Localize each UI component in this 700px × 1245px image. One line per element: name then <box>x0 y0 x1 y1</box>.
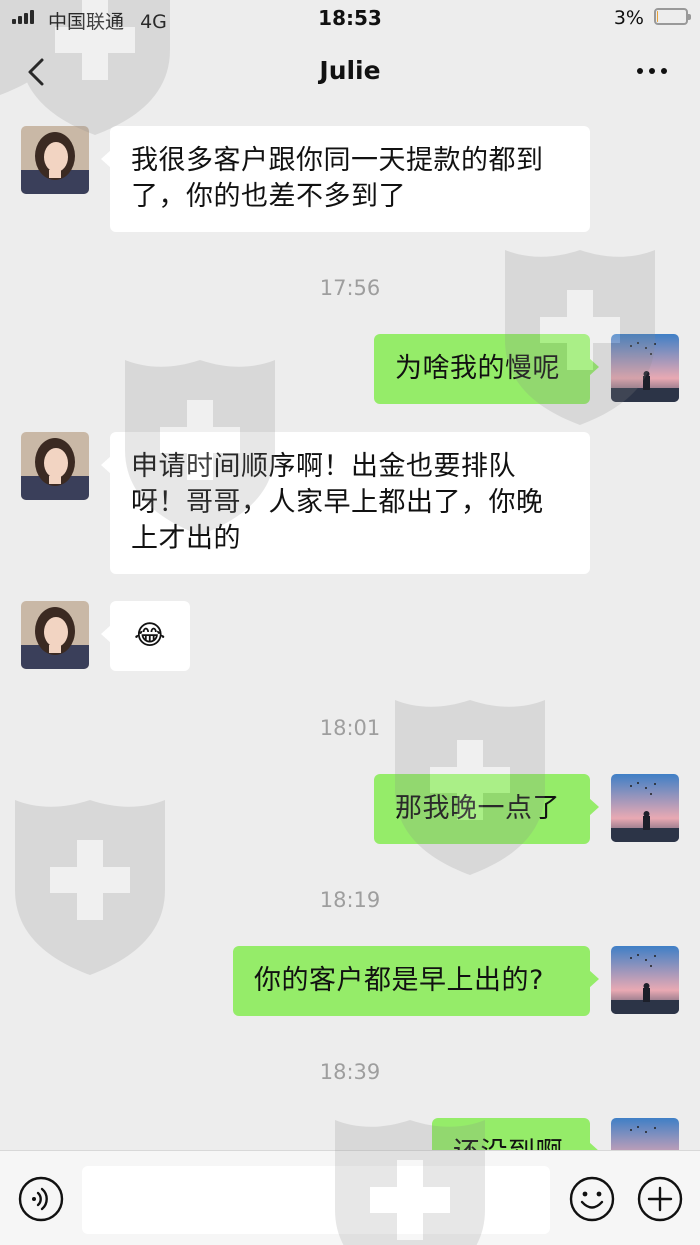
chat-message-list[interactable]: 我很多客户跟你同一天提款的都到了，你的也差不多到了 17:56 为啥我的慢呢 申… <box>0 108 700 1150</box>
user-avatar[interactable] <box>611 946 679 1014</box>
chat-timestamp: 17:56 <box>319 276 381 300</box>
user-avatar[interactable] <box>611 774 679 842</box>
chat-timestamp: 18:01 <box>319 716 381 740</box>
message-text-input[interactable] <box>82 1166 550 1234</box>
message-bubble-incoming[interactable]: 😂 <box>101 601 190 671</box>
chat-header: Julie <box>0 36 700 108</box>
message-bubble-incoming[interactable]: 申请时间顺序啊！出金也要排队呀！哥哥，人家早上都出了，你晚上才出的 <box>101 432 590 574</box>
contact-avatar[interactable] <box>21 432 89 500</box>
status-bar: 中国联通 4G 18:53 3% <box>0 0 700 36</box>
message-bubble-outgoing[interactable]: 为啥我的慢呢 <box>374 334 599 404</box>
battery-percent: 3% <box>613 7 644 29</box>
battery-icon <box>654 8 691 25</box>
chat-timestamp: 18:39 <box>319 1060 381 1084</box>
contact-avatar[interactable] <box>21 601 89 669</box>
message-bubble-incoming[interactable]: 我很多客户跟你同一天提款的都到了，你的也差不多到了 <box>101 126 590 232</box>
status-time: 18:53 <box>318 6 382 30</box>
voice-icon[interactable] <box>17 1175 65 1223</box>
user-avatar[interactable] <box>611 1118 679 1150</box>
chat-timestamp: 18:19 <box>319 888 381 912</box>
more-dots-icon[interactable] <box>632 56 672 86</box>
message-input-bar <box>0 1150 700 1245</box>
battery-level-fill <box>657 11 658 22</box>
contact-avatar[interactable] <box>21 126 89 194</box>
chat-title: Julie <box>319 56 381 85</box>
user-avatar[interactable] <box>611 334 679 402</box>
plus-icon[interactable] <box>636 1175 684 1223</box>
emoji-icon[interactable] <box>568 1175 616 1223</box>
message-bubble-outgoing[interactable]: 那我晚一点了 <box>374 774 599 844</box>
message-bubble-outgoing[interactable]: 还没到啊 <box>432 1118 599 1150</box>
message-bubble-outgoing[interactable]: 你的客户都是早上出的? <box>233 946 599 1016</box>
